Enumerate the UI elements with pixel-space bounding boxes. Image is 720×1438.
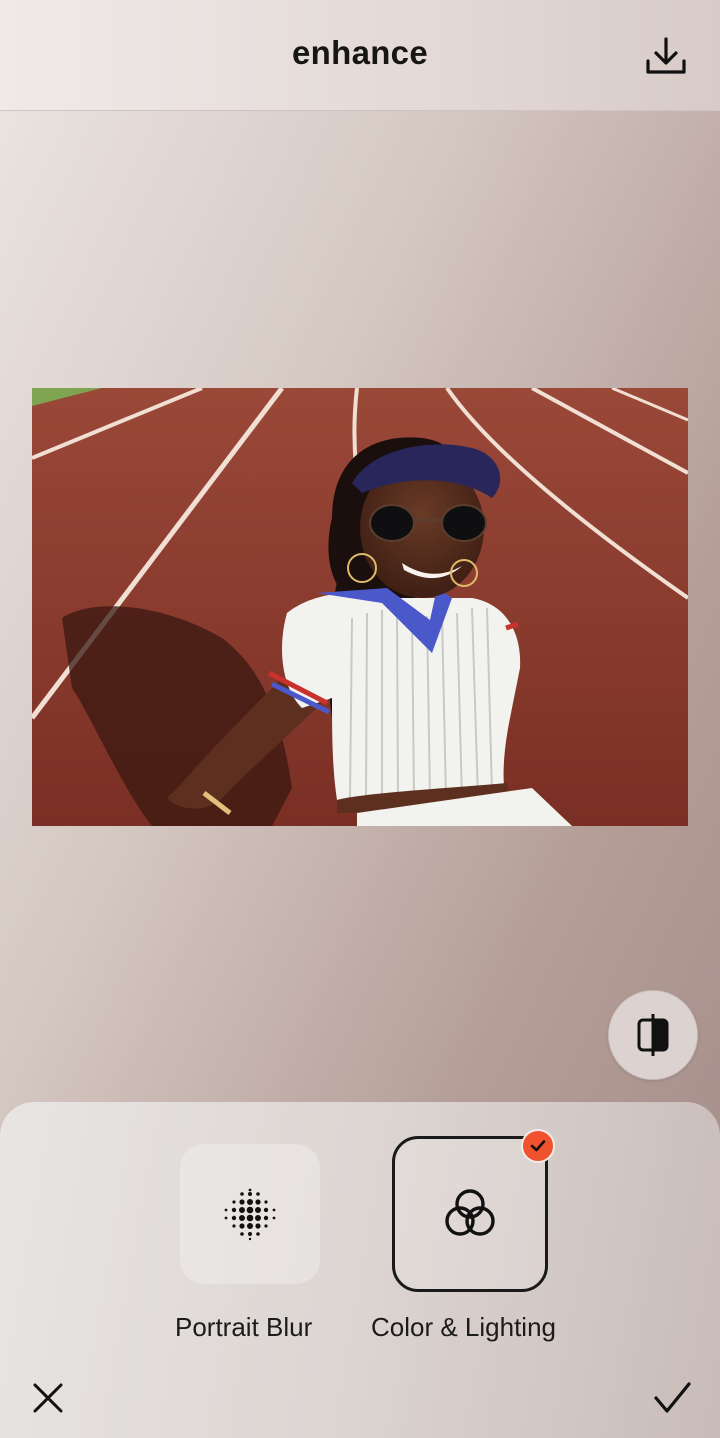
portrait-blur-label: Portrait Blur — [175, 1312, 313, 1342]
selected-badge — [521, 1129, 555, 1163]
cancel-button[interactable] — [28, 1378, 68, 1418]
top-bar: enhance — [0, 0, 720, 111]
compare-button[interactable] — [608, 990, 698, 1080]
tools-sheet: Portrait Blur Color & Lighting — [0, 1102, 720, 1438]
compare-split-icon — [637, 1014, 669, 1056]
photo-image — [32, 388, 688, 826]
photo-preview[interactable] — [32, 388, 688, 826]
color-lighting-tool[interactable] — [392, 1136, 548, 1292]
confirm-button[interactable] — [650, 1376, 694, 1420]
checkmark-icon — [654, 1382, 691, 1413]
checkmark-small-icon — [530, 1140, 546, 1152]
close-icon — [33, 1383, 63, 1413]
portrait-blur-tool[interactable] — [180, 1144, 320, 1284]
portrait-blur-dots-icon — [224, 1188, 276, 1241]
page-title: enhance — [292, 34, 428, 71]
download-icon — [646, 37, 686, 74]
color-lighting-label: Color & Lighting — [371, 1312, 556, 1342]
download-button[interactable] — [642, 32, 690, 80]
color-lighting-rings-icon — [445, 1189, 495, 1236]
